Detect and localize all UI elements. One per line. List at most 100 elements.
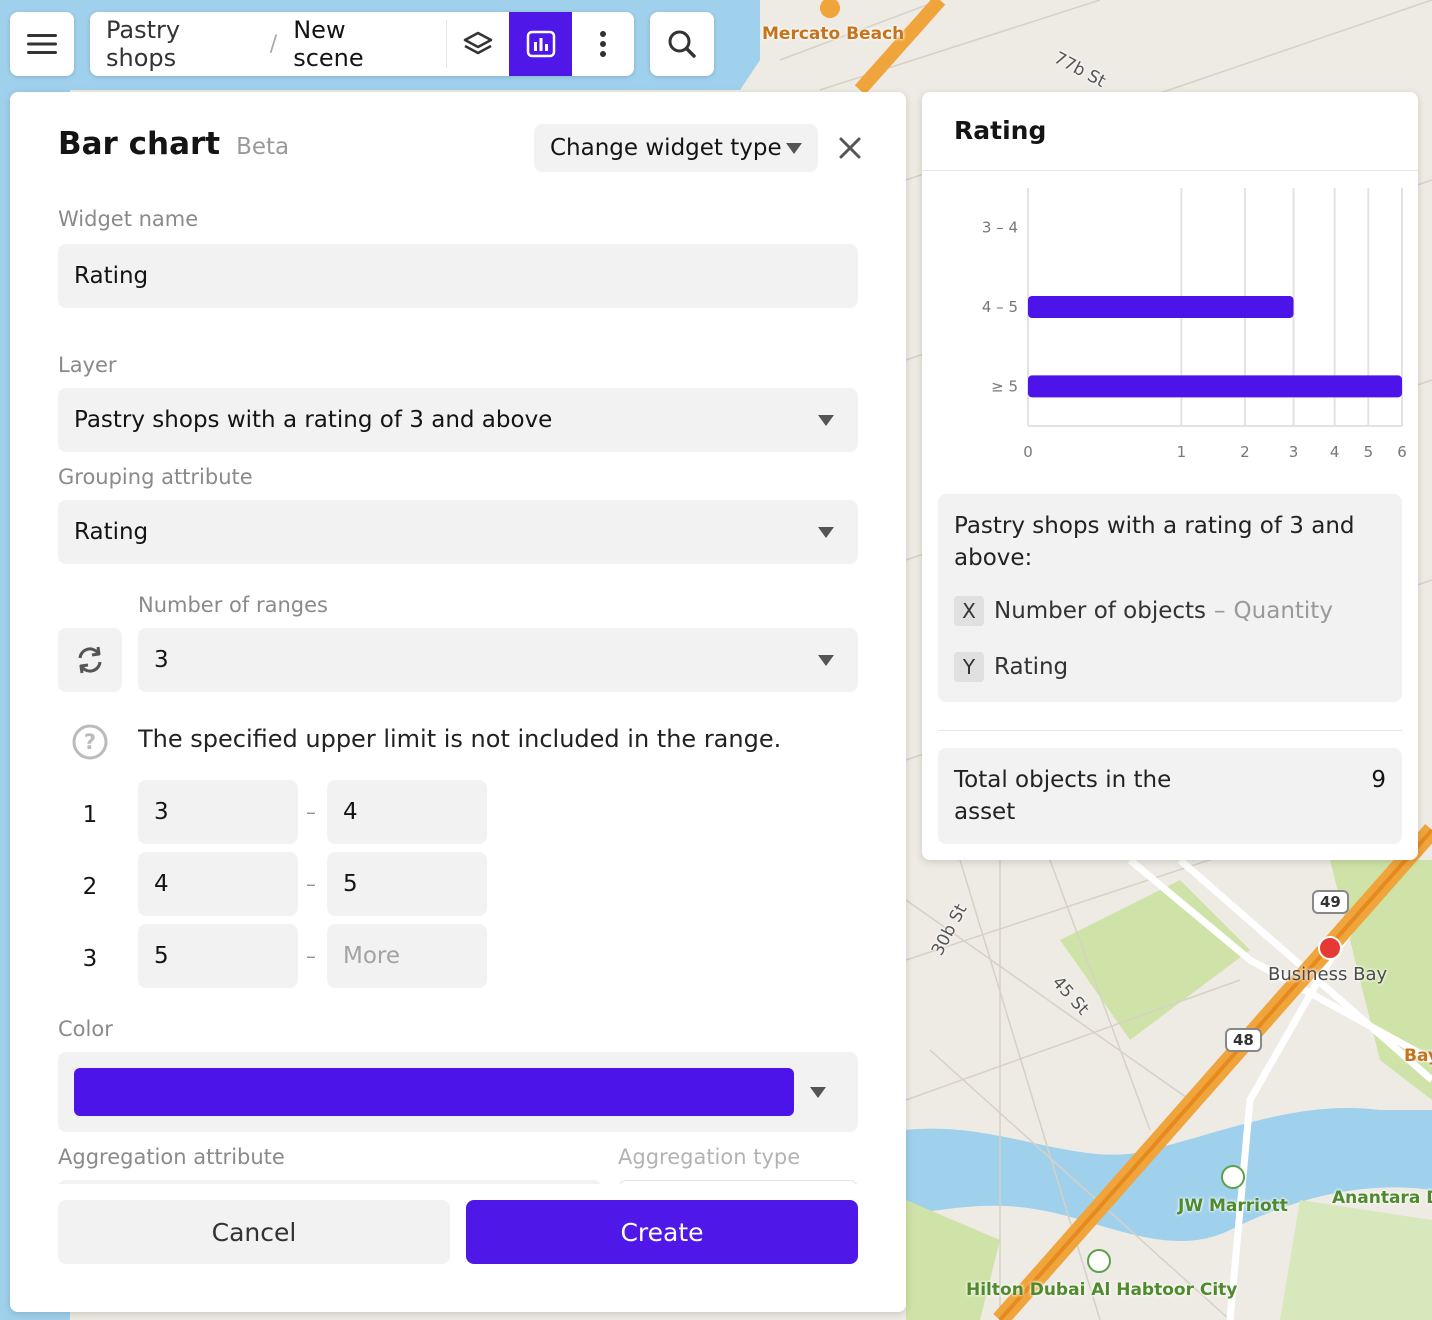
widget-editor-panel: Bar chart Beta Change widget type Widget…	[10, 92, 906, 1312]
range-from-input[interactable]: 4	[138, 852, 298, 916]
chevron-down-icon	[810, 1087, 826, 1098]
chart-x-tick-label: 4	[1330, 443, 1340, 461]
layer-select[interactable]: Pastry shops with a rating of 3 and abov…	[58, 388, 858, 452]
map-poi-label[interactable]: Mercato Beach	[762, 24, 904, 44]
layers-icon	[464, 31, 493, 55]
layer-select-value: Pastry shops with a rating of 3 and abov…	[74, 407, 553, 433]
map-poi-label[interactable]: Anantara D	[1332, 1188, 1432, 1208]
widgets-button[interactable]	[509, 12, 572, 76]
breadcrumb-scene-name[interactable]: New scene	[293, 16, 420, 72]
reset-ranges-button[interactable]	[58, 628, 122, 692]
chart-x-tick-label: 5	[1364, 443, 1374, 461]
range-from-input[interactable]: 5	[138, 924, 298, 988]
help-icon-wrap[interactable]: ?	[72, 724, 108, 764]
editor-title: Bar chart	[58, 126, 221, 162]
grouping-attribute-label: Grouping attribute	[58, 465, 253, 489]
svg-text:?: ?	[84, 730, 96, 754]
breadcrumb-dashboard-link[interactable]: Pastry shops	[106, 16, 254, 72]
range-row-number: 1	[82, 802, 98, 828]
widget-divider	[938, 730, 1402, 731]
color-label: Color	[58, 1017, 113, 1041]
create-button[interactable]: Create	[466, 1200, 858, 1264]
layers-button[interactable]	[447, 12, 509, 76]
chart-y-tick-label: 3 – 4	[982, 219, 1018, 237]
range-from-value: 3	[154, 799, 169, 825]
chart-x-tick-label: 2	[1240, 443, 1250, 461]
question-icon: ?	[72, 724, 108, 760]
range-from-value: 5	[154, 943, 169, 969]
y-axis-legend: Y Rating	[954, 652, 1068, 682]
range-row-number: 3	[82, 946, 98, 972]
range-to-placeholder: More	[343, 943, 401, 969]
range-from-value: 4	[154, 871, 169, 897]
x-axis-tag: X	[954, 596, 984, 626]
bar-chart: 3 – 4 4 – 5 ≥ 5 0 1 2 3 4 5 6	[982, 188, 1407, 461]
editor-header: Bar chart Beta	[58, 126, 289, 162]
range-to-input[interactable]: 4	[327, 780, 487, 844]
map-poi-label[interactable]: Hilton Dubai Al Habtoor City	[966, 1280, 1237, 1300]
range-dash: –	[306, 800, 316, 824]
chart-bar	[1028, 375, 1402, 398]
bar-chart-icon	[526, 30, 555, 58]
map-district-label[interactable]: Business Bay	[1268, 964, 1387, 985]
total-objects-label: Total objects in the asset	[954, 767, 1172, 825]
range-to-input[interactable]: More	[327, 924, 487, 988]
color-swatch	[74, 1068, 794, 1116]
map-poi-label[interactable]: JW Marriott	[1178, 1196, 1288, 1216]
chart-x-tick-label: 1	[1177, 443, 1187, 461]
change-widget-type-label: Change widget type	[550, 135, 782, 161]
range-to-input[interactable]: 5	[327, 852, 487, 916]
search-button[interactable]	[650, 12, 714, 76]
chart-x-tick-label: 3	[1289, 443, 1299, 461]
close-button[interactable]	[836, 134, 864, 162]
grouping-attribute-value: Rating	[74, 519, 149, 545]
search-icon	[668, 30, 696, 58]
number-of-ranges-value: 3	[154, 647, 169, 673]
y-axis-tag: Y	[954, 652, 984, 682]
total-objects-card: Total objects in the asset 9	[938, 748, 1402, 844]
range-dash: –	[306, 944, 316, 968]
range-to-value: 5	[343, 871, 358, 897]
widget-title: Rating	[954, 116, 1047, 145]
number-of-ranges-select[interactable]: 3	[138, 628, 858, 692]
chart-x-tick-label: 0	[1023, 443, 1033, 461]
route-shield: 48	[1225, 1028, 1262, 1052]
y-axis-attribute: Rating	[994, 654, 1069, 680]
x-axis-aggregation: Quantity	[1233, 598, 1333, 624]
chevron-down-icon	[786, 143, 802, 154]
chevron-down-icon	[818, 655, 834, 666]
total-objects-value: 9	[1371, 767, 1386, 793]
ranges-hint-text: The specified upper limit is not include…	[138, 725, 782, 753]
chevron-down-icon	[818, 527, 834, 538]
hamburger-icon	[27, 34, 57, 54]
x-axis-separator: –	[1214, 598, 1226, 624]
route-shield: 49	[1312, 890, 1349, 914]
grouping-attribute-select[interactable]: Rating	[58, 500, 858, 564]
number-of-ranges-label: Number of ranges	[138, 593, 328, 617]
change-widget-type-dropdown[interactable]: Change widget type	[534, 124, 818, 172]
widget-divider	[922, 170, 1418, 171]
range-dash: –	[306, 872, 316, 896]
x-axis-legend: X Number of objects – Quantity	[954, 596, 1333, 626]
widget-layer-name: Pastry shops with a rating of 3 and abov…	[954, 513, 1355, 571]
widget-legend-card: Pastry shops with a rating of 3 and abov…	[938, 494, 1402, 702]
color-select[interactable]	[58, 1052, 858, 1132]
layer-label: Layer	[58, 353, 117, 377]
widget-name-input[interactable]: Rating	[58, 244, 858, 308]
chart-y-tick-label: 4 – 5	[982, 298, 1018, 316]
more-options-button[interactable]	[572, 12, 634, 76]
breadcrumb: Pastry shops / New scene	[90, 12, 634, 76]
close-icon	[839, 137, 861, 159]
map-poi-label[interactable]: Bay	[1404, 1046, 1432, 1066]
refresh-icon	[78, 646, 102, 674]
range-from-input[interactable]: 3	[138, 780, 298, 844]
x-axis-attribute: Number of objects	[994, 598, 1207, 624]
aggregation-type-label: Aggregation type	[618, 1145, 801, 1169]
main-menu-button[interactable]	[10, 12, 74, 76]
widget-preview-card: Rating 3 – 4 4 – 5 ≥ 5 0 1 2 3 4 5 6 Pastry shop…	[922, 92, 1418, 860]
chart-bar	[1028, 296, 1294, 318]
beta-badge: Beta	[236, 134, 290, 160]
more-vertical-icon	[599, 31, 606, 57]
range-row-number: 2	[82, 874, 98, 900]
cancel-button[interactable]: Cancel	[58, 1200, 450, 1264]
